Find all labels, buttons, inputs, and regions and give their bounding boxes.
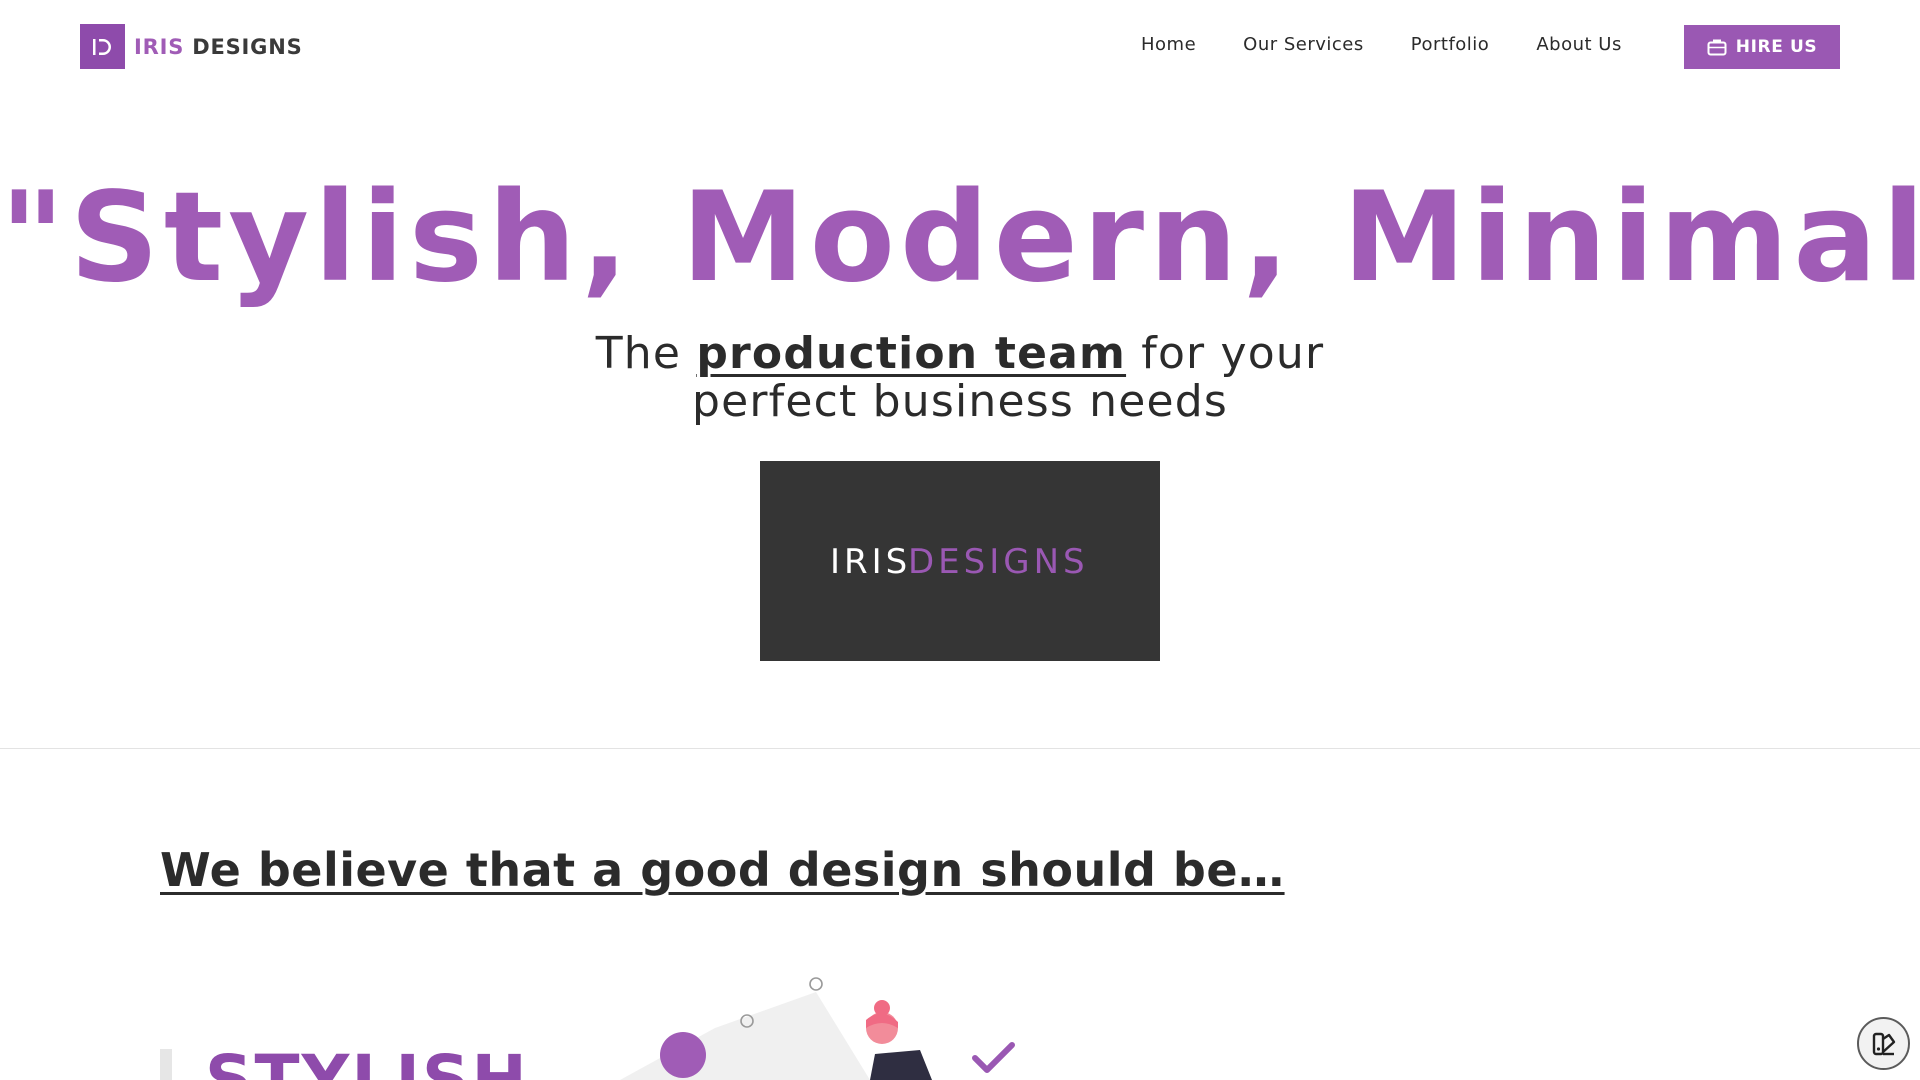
logo-text-designs: DESIGNS bbox=[192, 34, 303, 59]
brand-logo-image: IRIS DESIGNS bbox=[760, 461, 1160, 661]
designer-illustration bbox=[620, 977, 1015, 1080]
logo-mark-icon bbox=[80, 24, 125, 69]
briefcase-icon bbox=[1707, 39, 1727, 56]
illustration-check-icon bbox=[972, 1042, 1015, 1073]
hero-subtitle-prefix: The bbox=[595, 328, 697, 379]
stylish-accent-bar bbox=[160, 1049, 172, 1080]
nav-home[interactable]: Home bbox=[1141, 34, 1196, 55]
illustration-purple-circle bbox=[660, 1032, 706, 1078]
brand-wordmark-designs: DESIGNS bbox=[908, 542, 1089, 581]
theme-toggle-button[interactable] bbox=[1857, 1017, 1910, 1070]
section-divider bbox=[0, 748, 1920, 749]
theme-toggle-icon bbox=[1872, 1032, 1895, 1055]
illustration-mountain bbox=[620, 992, 870, 1080]
brand-wordmark: IRIS DESIGNS bbox=[830, 542, 1089, 581]
logo-text: IRIS DESIGNS bbox=[134, 35, 303, 59]
illustration-dot-top bbox=[809, 977, 823, 991]
nav-our-services[interactable]: Our Services bbox=[1243, 34, 1364, 55]
site-header: IRIS DESIGNS Home Our Services Portfolio… bbox=[0, 0, 1920, 94]
site-logo[interactable]: IRIS DESIGNS bbox=[80, 24, 303, 69]
hire-us-button[interactable]: HIRE US bbox=[1684, 25, 1840, 69]
nav-portfolio[interactable]: Portfolio bbox=[1411, 34, 1490, 55]
hero-subtitle: The production team for your perfect bus… bbox=[560, 330, 1360, 426]
hire-us-label: HIRE US bbox=[1735, 37, 1818, 57]
hero-title: "Stylish, Modern, Minimal" bbox=[0, 166, 1920, 310]
belief-heading: We believe that a good design should be… bbox=[160, 843, 1285, 897]
illustration-person-body bbox=[870, 1050, 932, 1080]
main-nav: Home Our Services Portfolio About Us bbox=[1141, 34, 1669, 55]
logo-text-iris: IRIS bbox=[134, 34, 185, 59]
brand-wordmark-iris: IRIS bbox=[830, 542, 911, 581]
stylish-heading: STYLISH bbox=[205, 1041, 529, 1080]
hero-subtitle-emphasis: production team bbox=[696, 328, 1127, 379]
nav-about-us[interactable]: About Us bbox=[1536, 34, 1622, 55]
